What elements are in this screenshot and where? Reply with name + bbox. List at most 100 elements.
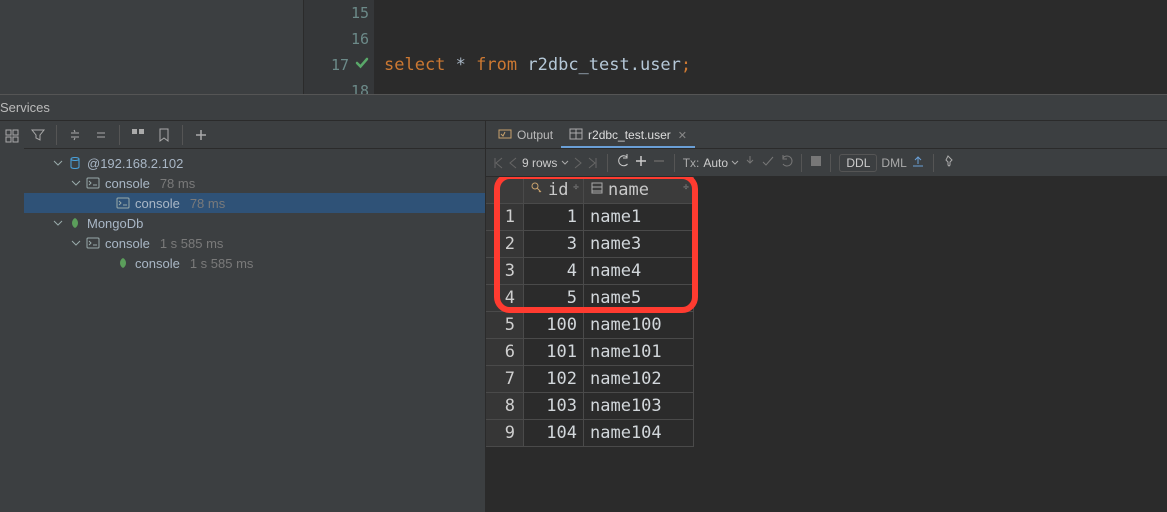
line-number: 16	[304, 26, 374, 52]
refresh-icon[interactable]	[616, 154, 630, 171]
tree-row-label: console	[105, 236, 150, 251]
rollback-icon[interactable]	[779, 154, 793, 171]
first-page-icon[interactable]	[492, 157, 504, 169]
tree-row-label: console	[135, 256, 180, 271]
prev-page-icon[interactable]	[508, 157, 518, 169]
editor-code[interactable]: select * from r2dbc_test.user;	[374, 0, 1167, 94]
row-number-header	[486, 177, 524, 204]
tree-row-label: console	[135, 196, 180, 211]
sort-icon: ÷	[573, 182, 579, 193]
console-icon	[86, 236, 101, 251]
tab-table[interactable]: r2dbc_test.user ✕	[561, 124, 695, 148]
tree-row[interactable]: MongoDb	[24, 213, 485, 233]
cell-id[interactable]: 100	[524, 312, 584, 339]
dml-button[interactable]: DML	[881, 156, 906, 170]
cell-name[interactable]: name1	[584, 204, 694, 231]
cell-name[interactable]: name103	[584, 393, 694, 420]
tab-output[interactable]: Output	[490, 124, 561, 148]
column-header-name[interactable]: name ÷	[584, 177, 694, 204]
chevron-down-icon[interactable]	[52, 216, 64, 231]
tree-row-time: 1 s 585 ms	[190, 256, 254, 271]
tree-row-time: 1 s 585 ms	[160, 236, 224, 251]
rows-label[interactable]: 9 rows	[522, 156, 569, 170]
filter-icon[interactable]	[28, 125, 48, 145]
tree-row[interactable]: console 1 s 585 ms	[24, 253, 485, 273]
key-icon	[530, 180, 544, 200]
tree-row[interactable]: console78 ms	[24, 173, 485, 193]
next-page-icon[interactable]	[573, 157, 583, 169]
line-number: 17	[304, 52, 374, 78]
table-row[interactable]: 45name5	[486, 285, 694, 312]
tree-row-time: 78 ms	[190, 196, 225, 211]
cell-id[interactable]: 104	[524, 420, 584, 447]
stop-icon[interactable]	[810, 155, 822, 170]
submit-icon[interactable]	[761, 154, 775, 171]
table-row[interactable]: 8103name103	[486, 393, 694, 420]
cell-name[interactable]: name104	[584, 420, 694, 447]
services-tree-toolbar	[24, 121, 485, 149]
sql-statement[interactable]: select * from r2dbc_test.user;	[374, 52, 1167, 78]
cell-id[interactable]: 102	[524, 366, 584, 393]
export-icon[interactable]	[911, 154, 925, 171]
leaf-icon	[68, 216, 83, 231]
collapse-all-icon[interactable]	[91, 125, 111, 145]
grid-icon[interactable]	[128, 125, 148, 145]
table-row[interactable]: 7102name102	[486, 366, 694, 393]
tree-row[interactable]: console 1 s 585 ms	[24, 233, 485, 253]
row-number: 6	[486, 339, 524, 366]
cell-name[interactable]: name3	[584, 231, 694, 258]
chevron-down-icon[interactable]	[52, 156, 64, 171]
bookmark-icon[interactable]	[154, 125, 174, 145]
expand-all-icon[interactable]	[65, 125, 85, 145]
table-row[interactable]: 23name3	[486, 231, 694, 258]
cell-id[interactable]: 103	[524, 393, 584, 420]
table-row[interactable]: 34name4	[486, 258, 694, 285]
cell-id[interactable]: 5	[524, 285, 584, 312]
pin-icon[interactable]	[942, 154, 956, 171]
last-page-icon[interactable]	[587, 157, 599, 169]
chevron-down-icon[interactable]	[70, 236, 82, 251]
tree-row[interactable]: console 78 ms	[24, 193, 485, 213]
services-tree[interactable]: @192.168.2.102console78 msconsole78 msMo…	[24, 149, 485, 512]
close-icon[interactable]: ✕	[678, 129, 687, 142]
add-icon[interactable]	[191, 125, 211, 145]
cell-id[interactable]: 101	[524, 339, 584, 366]
tree-row-label: @192.168.2.102	[87, 156, 183, 171]
add-row-icon[interactable]	[634, 154, 648, 171]
cell-name[interactable]: name4	[584, 258, 694, 285]
check-icon	[355, 52, 369, 78]
tx-auto-dropdown[interactable]: Auto	[703, 156, 739, 170]
row-number: 4	[486, 285, 524, 312]
leaf-icon	[116, 256, 131, 271]
editor-line-gutter: 15 16 17 18	[304, 0, 374, 94]
cell-id[interactable]: 1	[524, 204, 584, 231]
table-icon	[569, 127, 583, 144]
cell-name[interactable]: name102	[584, 366, 694, 393]
table-row[interactable]: 5100name100	[486, 312, 694, 339]
result-tabs: Output r2dbc_test.user ✕	[486, 121, 1167, 149]
cell-name[interactable]: name101	[584, 339, 694, 366]
cell-name[interactable]: name5	[584, 285, 694, 312]
row-number: 2	[486, 231, 524, 258]
cell-id[interactable]: 3	[524, 231, 584, 258]
tree-row[interactable]: @192.168.2.102	[24, 153, 485, 173]
row-number: 5	[486, 312, 524, 339]
commit-icon[interactable]	[743, 154, 757, 171]
editor-left-gutter-space	[0, 0, 304, 94]
result-grid-toolbar: 9 rows Tx: Auto DDL DML	[486, 149, 1167, 177]
chevron-down-icon[interactable]	[70, 176, 82, 191]
table-row[interactable]: 9104name104	[486, 420, 694, 447]
row-number: 3	[486, 258, 524, 285]
layout-icon[interactable]	[5, 129, 19, 147]
tab-table-label: r2dbc_test.user	[588, 128, 671, 142]
cell-id[interactable]: 4	[524, 258, 584, 285]
cell-name[interactable]: name100	[584, 312, 694, 339]
table-row[interactable]: 11name1	[486, 204, 694, 231]
remove-row-icon[interactable]	[652, 154, 666, 171]
table-row[interactable]: 6101name101	[486, 339, 694, 366]
row-number: 1	[486, 204, 524, 231]
row-number: 8	[486, 393, 524, 420]
ddl-button[interactable]: DDL	[839, 154, 877, 172]
result-grid[interactable]: id ÷ name ÷ 11name123name334name445name5…	[486, 177, 1167, 512]
column-header-id[interactable]: id ÷	[524, 177, 584, 204]
